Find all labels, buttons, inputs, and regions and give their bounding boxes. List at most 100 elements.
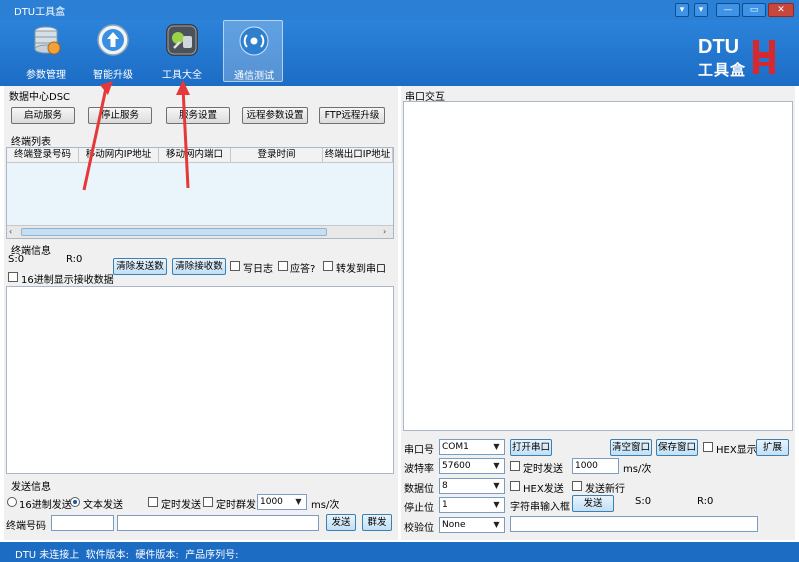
menu-arrow-button[interactable]: ▾ (694, 3, 708, 17)
hex-send-radio[interactable] (7, 497, 17, 507)
save-window-button[interactable]: 保存窗口 (656, 439, 698, 456)
app-logo: DTU 工具盒 (698, 36, 746, 80)
hex-send-label: 16进制发送 (19, 500, 72, 511)
port-select[interactable]: COM1 ▼ (439, 439, 505, 455)
terminal-no-input[interactable] (51, 515, 114, 531)
tool-comm-test[interactable]: 通信测试 (223, 20, 283, 82)
chevron-down-icon: ▼ (493, 481, 500, 490)
minimize-icon: — (723, 5, 733, 15)
open-port-button[interactable]: 打开串口 (510, 439, 552, 456)
close-button[interactable]: ✕ (768, 3, 794, 17)
column-header[interactable]: 移动网内端口 (159, 148, 231, 162)
stop-service-button[interactable]: 停止服务 (88, 107, 152, 124)
text-send-radio[interactable] (70, 497, 80, 507)
column-header[interactable]: 登录时间 (231, 148, 323, 162)
timed-group-label: 定时群发 (216, 500, 256, 511)
column-header[interactable]: 终端出口IP地址 (323, 148, 393, 162)
chevron-down-icon: ▼ (493, 442, 500, 451)
column-header[interactable]: 终端登录号码 (7, 148, 79, 162)
databits-select[interactable]: 8 ▼ (439, 478, 505, 494)
send-button[interactable]: 发送 (326, 514, 356, 531)
serial-send-button[interactable]: 发送 (572, 495, 614, 512)
hex-send-checkbox[interactable] (510, 481, 520, 491)
port-label: 串口号 (404, 445, 434, 456)
logo-text: DTU (698, 36, 740, 58)
stopbits-label: 停止位 (404, 503, 434, 514)
databits-value: 8 (442, 481, 448, 491)
recv-count: R:0 (66, 254, 83, 265)
stopbits-select[interactable]: 1 ▼ (439, 497, 505, 513)
clear-recv-button[interactable]: 清除接收数 (172, 258, 226, 275)
timed-send-checkbox[interactable] (148, 497, 158, 507)
status-text: DTU 未连接上 软件版本: 硬件版本: 产品序列号: (15, 550, 239, 561)
serial-send-count: S:0 (635, 496, 652, 507)
service-settings-button[interactable]: 服务设置 (166, 107, 230, 124)
parity-value: None (442, 520, 466, 530)
tool-toolbox[interactable]: 工具大全 (152, 20, 212, 82)
maximize-button[interactable]: ▭ (742, 3, 766, 17)
upgrade-arrow-icon (97, 24, 129, 56)
chevron-down-icon: ▼ (493, 520, 500, 529)
column-header[interactable]: 移动网内IP地址 (79, 148, 159, 162)
logo-subtext: 工具盒 (698, 61, 747, 79)
reply-label: 应答? (290, 264, 316, 275)
write-log-checkbox[interactable] (230, 261, 240, 271)
remote-param-button[interactable]: 远程参数设置 (242, 107, 308, 124)
port-value: COM1 (442, 442, 469, 452)
group-send-button[interactable]: 群发 (362, 514, 392, 531)
hex-display-label: 16进制显示接收数据 (21, 275, 114, 286)
string-input-field[interactable] (510, 516, 758, 532)
clear-send-button[interactable]: 清除发送数 (113, 258, 167, 275)
serial-interval-input[interactable]: 1000 (572, 458, 619, 474)
text-send-label: 文本发送 (83, 500, 123, 511)
send-interval-select[interactable]: 1000 ▼ (257, 494, 307, 510)
hex-show-label: HEX显示 (716, 445, 757, 456)
terminal-list-title: 终端列表 (11, 137, 51, 148)
serial-receive-textarea[interactable] (403, 101, 793, 431)
chevron-down-icon: ▼ (493, 500, 500, 509)
horizontal-scrollbar[interactable]: ‹ › (7, 225, 393, 238)
send-newline-checkbox[interactable] (572, 481, 582, 491)
serial-interval-unit: ms/次 (623, 464, 652, 475)
scrollbar-thumb[interactable] (21, 228, 327, 236)
chevron-down-icon: ▼ (295, 497, 302, 506)
tool-label: 智能升级 (93, 70, 133, 81)
table-header: 终端登录号码 移动网内IP地址 移动网内端口 登录时间 终端出口IP地址 (7, 148, 393, 163)
terminal-receive-textarea[interactable] (6, 286, 394, 474)
timed-group-checkbox[interactable] (203, 497, 213, 507)
chevron-down-icon: ▼ (493, 461, 500, 470)
tool-label: 参数管理 (26, 70, 66, 81)
start-service-button[interactable]: 启动服务 (11, 107, 75, 124)
tool-smart-upgrade[interactable]: 智能升级 (83, 20, 143, 82)
menu-dropdown-button[interactable]: ▾ (675, 3, 689, 17)
hex-display-checkbox[interactable] (8, 272, 18, 282)
parity-select[interactable]: None ▼ (439, 517, 505, 533)
forward-serial-checkbox[interactable] (323, 261, 333, 271)
expand-button[interactable]: 扩展 (756, 439, 789, 456)
stopbits-value: 1 (442, 500, 448, 510)
table-body (7, 163, 393, 225)
serial-timed-send-checkbox[interactable] (510, 461, 520, 471)
tool-label: 通信测试 (234, 71, 274, 82)
brand-mark-icon (751, 38, 777, 76)
clear-window-button[interactable]: 清空窗口 (610, 439, 652, 456)
baud-select[interactable]: 57600 ▼ (439, 458, 505, 474)
scroll-right-icon[interactable]: › (383, 227, 393, 237)
send-interval-value: 1000 (260, 497, 283, 507)
status-bar: DTU 未连接上 软件版本: 硬件版本: 产品序列号: (0, 542, 799, 562)
send-content-input[interactable] (117, 515, 319, 531)
ftp-upgrade-button[interactable]: FTP远程升级 (319, 107, 385, 124)
reply-checkbox[interactable] (278, 261, 288, 271)
tool-param-manage[interactable]: 参数管理 (16, 20, 76, 82)
title-bar: DTU工具盒 ▾ ▾ — ▭ ✕ (0, 0, 799, 20)
baud-value: 57600 (442, 461, 471, 471)
terminal-no-label: 终端号码 (6, 521, 46, 532)
serial-recv-count: R:0 (697, 496, 714, 507)
hex-show-checkbox[interactable] (703, 442, 713, 452)
toolbox-icon (166, 24, 198, 56)
string-input-label: 字符串输入框 (510, 502, 570, 513)
minimize-button[interactable]: — (716, 3, 740, 17)
send-newline-label: 发送新行 (585, 484, 625, 495)
terminal-list-table[interactable]: 终端登录号码 移动网内IP地址 移动网内端口 登录时间 终端出口IP地址 ‹ › (6, 147, 394, 239)
scroll-left-icon[interactable]: ‹ (9, 227, 19, 237)
